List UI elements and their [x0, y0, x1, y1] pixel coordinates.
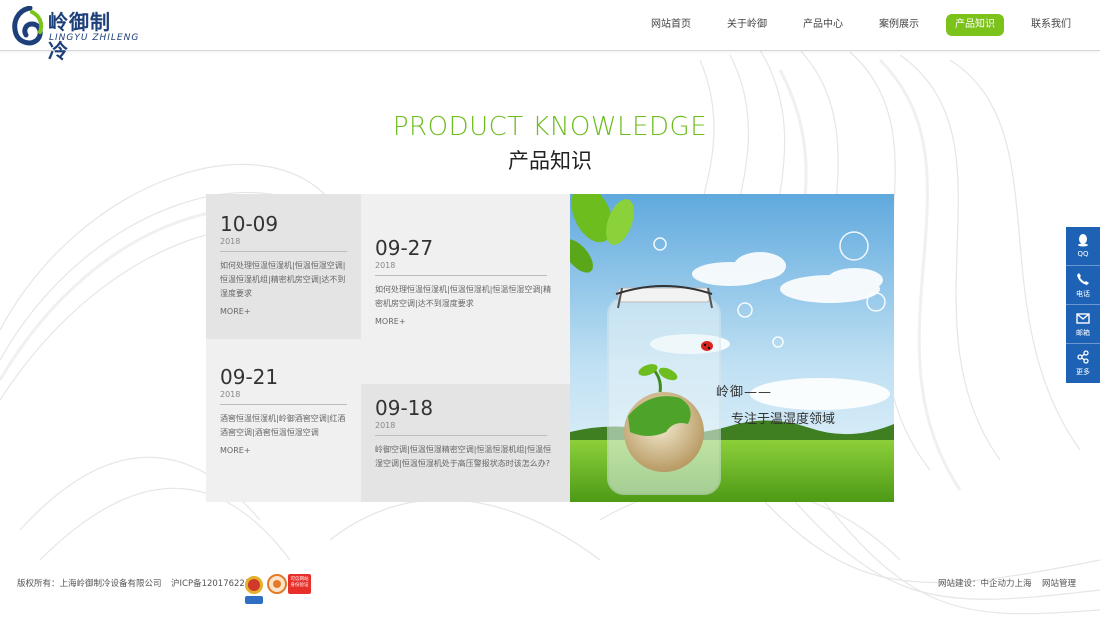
divider [220, 404, 347, 405]
divider [375, 275, 547, 276]
article-desc[interactable]: 如何处理恒温恒湿机|恒温恒湿空调|恒温恒湿机组|精密机房空调|达不到湿度要求 [220, 259, 347, 301]
nav-contact[interactable]: 联系我们 [1022, 14, 1080, 36]
more-link[interactable]: MORE+ [220, 307, 347, 316]
copyright-text: 版权所有：上海岭御制冷设备有限公司 [17, 579, 162, 589]
jar-scene-image [570, 194, 894, 502]
article-year: 2018 [375, 261, 396, 270]
mail-icon [1076, 313, 1090, 324]
site-admin-link[interactable]: 网站管理 [1042, 577, 1076, 589]
sidebar-mail[interactable]: 邮箱 [1066, 305, 1100, 344]
knowledge-grid: 10-09 2018 如何处理恒温恒湿机|恒温恒湿空调|恒温恒湿机组|精密机房空… [206, 194, 894, 502]
article-date: 09-18 [375, 396, 434, 420]
verified-site-badge[interactable]: 可信网站 身份验证 [288, 574, 311, 594]
article-date: 10-09 [220, 212, 279, 236]
divider [220, 251, 347, 252]
nav-home[interactable]: 网站首页 [642, 14, 700, 36]
floating-contact-bar: QQ 电话 邮箱 更多 [1066, 227, 1100, 383]
nav-about[interactable]: 关于岭御 [718, 14, 776, 36]
article-card[interactable]: 09-21 2018 酒窖恒温恒湿机|岭御酒窖空调|红酒酒窖空调|酒窖恒温恒湿空… [206, 339, 361, 502]
sidebar-label: QQ [1077, 250, 1089, 258]
article-year: 2018 [220, 390, 241, 399]
sidebar-phone[interactable]: 电话 [1066, 266, 1100, 305]
article-year: 2018 [220, 237, 241, 246]
feature-photo: 岭御—— 专注于温湿度领域 [570, 194, 894, 502]
article-date: 09-27 [375, 236, 434, 260]
article-desc[interactable]: 如何处理恒温恒湿机|恒温恒湿机|恒温恒湿空调|精密机房空调|达不到湿度要求 [375, 283, 556, 311]
more-link[interactable]: MORE+ [220, 446, 347, 455]
logo-mark-icon [12, 6, 44, 46]
sidebar-label: 邮箱 [1076, 329, 1090, 337]
main-nav: 网站首页 关于岭御 产品中心 案例展示 产品知识 联系我们 [624, 14, 1080, 36]
trust-seal-icon[interactable] [267, 574, 287, 594]
article-desc[interactable]: 岭御空调|恒温恒湿精密空调|恒温恒湿机组|恒温恒湿空调|恒温恒湿机处于高压警报状… [375, 443, 556, 471]
divider [375, 435, 547, 436]
sidebar-label: 电话 [1076, 290, 1090, 298]
photo-caption-line2: 专注于温湿度领域 [731, 412, 836, 427]
sidebar-label: 更多 [1076, 368, 1090, 376]
site-builder-text[interactable]: 网站建设：中企动力上海 [938, 577, 1032, 589]
article-date: 09-21 [220, 365, 279, 389]
brand-name-en: LINGYU ZHILENG [49, 33, 140, 43]
qq-icon [1078, 234, 1088, 247]
article-card[interactable]: 09-27 2018 如何处理恒温恒湿机|恒温恒湿机|恒温恒湿空调|精密机房空调… [361, 194, 570, 384]
share-icon [1077, 350, 1089, 364]
site-header: 岭御制冷 LINGYU ZHILENG 网站首页 关于岭御 产品中心 案例展示 … [0, 0, 1100, 63]
nav-cases[interactable]: 案例展示 [870, 14, 928, 36]
nav-knowledge[interactable]: 产品知识 [946, 14, 1004, 36]
article-desc[interactable]: 酒窖恒温恒湿机|岭御酒窖空调|红酒酒窖空调|酒窖恒温恒湿空调 [220, 412, 347, 440]
sidebar-more[interactable]: 更多 [1066, 344, 1100, 383]
photo-caption-line1: 岭御—— [716, 385, 773, 400]
icp-link[interactable]: 沪ICP备12017622号 [171, 577, 253, 589]
site-logo[interactable]: 岭御制冷 LINGYU ZHILENG [10, 4, 138, 63]
sidebar-qq[interactable]: QQ [1066, 227, 1100, 266]
site-footer: 版权所有：上海岭御制冷设备有限公司 沪ICP备12017622号 可信网站 身份… [0, 570, 1100, 604]
police-badge-icon[interactable] [244, 574, 264, 608]
more-link[interactable]: MORE+ [375, 317, 556, 326]
section-title-cn: 产品知识 [508, 149, 592, 173]
article-card[interactable]: 09-18 2018 岭御空调|恒温恒湿精密空调|恒温恒湿机组|恒温恒湿空调|恒… [361, 384, 570, 502]
section-title-en: PRODUCT KNOWLEDGE [392, 112, 708, 142]
article-card[interactable]: 10-09 2018 如何处理恒温恒湿机|恒温恒湿空调|恒温恒湿机组|精密机房空… [206, 194, 361, 339]
article-year: 2018 [375, 421, 396, 430]
nav-products[interactable]: 产品中心 [794, 14, 852, 36]
phone-icon [1077, 273, 1089, 285]
